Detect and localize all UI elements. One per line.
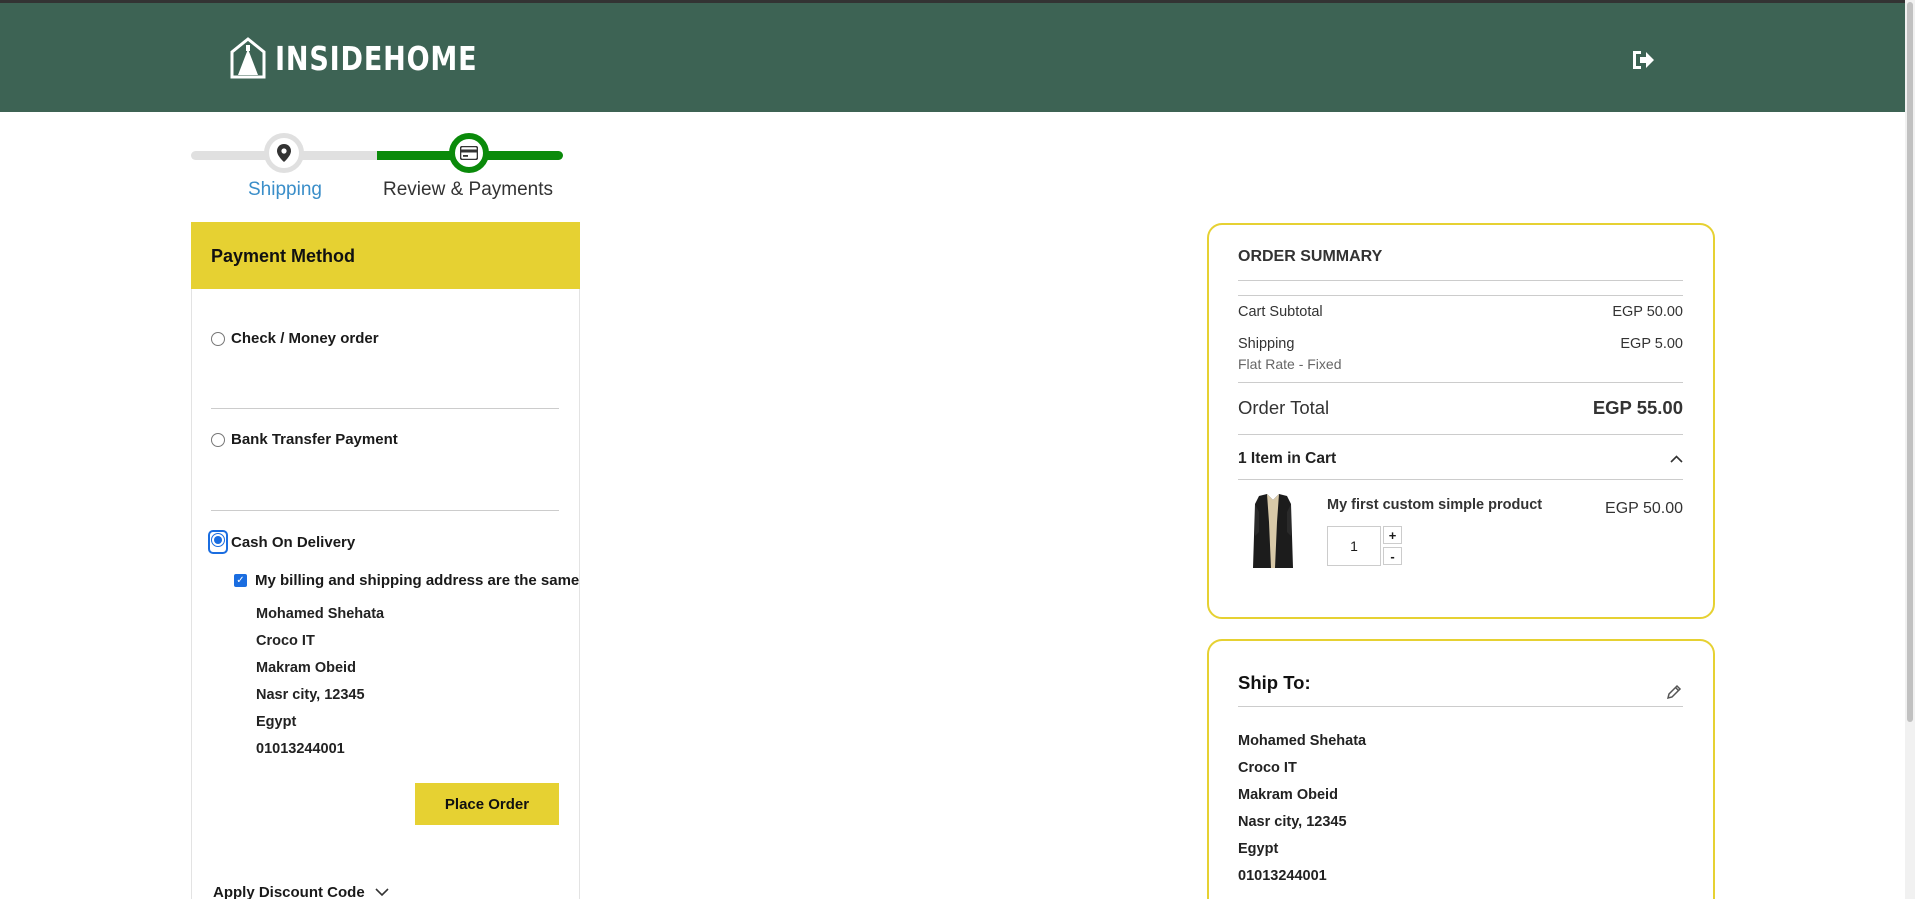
product-price: EGP 50.00 bbox=[1605, 500, 1683, 517]
billing-name: Mohamed Shehata bbox=[256, 606, 385, 622]
items-in-cart-toggle[interactable]: 1 Item in Cart bbox=[1238, 450, 1683, 468]
order-total-label: Order Total bbox=[1238, 397, 1330, 418]
same-address-checkbox[interactable]: ✓ bbox=[234, 574, 247, 587]
step-shipping-dot[interactable] bbox=[264, 133, 304, 173]
credit-card-icon bbox=[460, 146, 478, 160]
product-thumbnail[interactable] bbox=[1245, 492, 1301, 572]
site-header: INSIDEHOME bbox=[0, 3, 1905, 112]
payment-method-title: Payment Method bbox=[191, 222, 580, 289]
order-total-row: Order Total EGP 55.00 bbox=[1238, 397, 1683, 419]
quantity-decrease-button[interactable]: - bbox=[1383, 547, 1402, 565]
same-address-label: My billing and shipping address are the … bbox=[255, 572, 580, 589]
divider bbox=[1238, 295, 1683, 296]
ship-street: Makram Obeid bbox=[1238, 787, 1338, 803]
ship-to-address: Mohamed Shehata Croco IT Makram Obeid Na… bbox=[1238, 728, 1366, 890]
logo-text: INSIDEHOME bbox=[275, 38, 478, 78]
chevron-up-icon bbox=[1670, 455, 1683, 463]
shipping-row: Shipping EGP 5.00 bbox=[1238, 336, 1683, 352]
divider bbox=[1238, 706, 1683, 707]
order-total-value: EGP 55.00 bbox=[1592, 397, 1683, 418]
billing-phone: 01013244001 bbox=[256, 741, 345, 757]
order-summary-title: ORDER SUMMARY bbox=[1238, 248, 1383, 265]
divider bbox=[1238, 479, 1683, 480]
ship-name: Mohamed Shehata bbox=[1238, 733, 1367, 749]
billing-company: Croco IT bbox=[256, 633, 315, 649]
ship-country: Egypt bbox=[1238, 841, 1279, 857]
chevron-down-icon bbox=[375, 888, 389, 897]
map-pin-icon bbox=[277, 144, 291, 162]
pencil-edit-icon[interactable] bbox=[1666, 684, 1682, 700]
checkout-progress: Shipping Review & Payments bbox=[191, 130, 563, 210]
ship-city: Nasr city, 12345 bbox=[1238, 814, 1347, 830]
cart-subtotal-label: Cart Subtotal bbox=[1238, 304, 1323, 320]
divider bbox=[1238, 434, 1683, 435]
ship-company: Croco IT bbox=[1238, 760, 1297, 776]
place-order-button[interactable]: Place Order bbox=[415, 783, 559, 825]
radio-cash-on-delivery[interactable] bbox=[211, 533, 225, 547]
radio-bank-transfer[interactable] bbox=[211, 432, 225, 447]
step-shipping-label[interactable]: Shipping bbox=[248, 179, 322, 201]
sign-out-icon[interactable] bbox=[1630, 48, 1656, 72]
payment-option-label: Check / Money order bbox=[231, 330, 379, 347]
scrollbar-thumb[interactable] bbox=[1907, 2, 1913, 722]
payment-option-label: Cash On Delivery bbox=[231, 533, 356, 551]
cart-subtotal-value: EGP 50.00 bbox=[1612, 304, 1683, 320]
quantity-increase-button[interactable]: + bbox=[1383, 526, 1402, 544]
radio-check-money-order[interactable] bbox=[211, 331, 225, 346]
shipping-label: Shipping bbox=[1238, 336, 1295, 352]
shipping-value: EGP 5.00 bbox=[1620, 336, 1683, 352]
cart-subtotal-row: Cart Subtotal EGP 50.00 bbox=[1238, 304, 1683, 320]
quantity-input[interactable]: 1 bbox=[1327, 526, 1381, 566]
step-payments-label: Review & Payments bbox=[383, 179, 554, 200]
billing-country: Egypt bbox=[256, 714, 297, 730]
apply-discount-label: Apply Discount Code bbox=[213, 884, 365, 899]
divider bbox=[1238, 382, 1683, 383]
items-in-cart-label: 1 Item in Cart bbox=[1238, 450, 1337, 467]
shipping-method: Flat Rate - Fixed bbox=[1238, 356, 1342, 372]
ship-to-title: Ship To: bbox=[1238, 672, 1311, 693]
ship-phone: 01013244001 bbox=[1238, 868, 1327, 884]
divider bbox=[211, 408, 559, 409]
billing-address: Mohamed Shehata Croco IT Makram Obeid Na… bbox=[256, 601, 384, 763]
billing-street: Makram Obeid bbox=[256, 660, 356, 676]
payment-option-check[interactable]: Check / Money order bbox=[211, 330, 379, 347]
payment-option-bank[interactable]: Bank Transfer Payment bbox=[211, 431, 398, 448]
product-name[interactable]: My first custom simple product bbox=[1327, 497, 1542, 513]
divider bbox=[1238, 280, 1683, 281]
same-address-checkbox-row[interactable]: ✓ My billing and shipping address are th… bbox=[234, 572, 579, 589]
payment-option-cod[interactable]: Cash On Delivery bbox=[208, 530, 356, 554]
logo[interactable]: INSIDEHOME bbox=[229, 37, 522, 79]
house-logo-icon bbox=[230, 37, 266, 79]
payment-option-label: Bank Transfer Payment bbox=[231, 431, 398, 448]
apply-discount-toggle[interactable]: Apply Discount Code bbox=[213, 884, 389, 899]
billing-city: Nasr city, 12345 bbox=[256, 687, 365, 703]
divider bbox=[211, 510, 559, 511]
step-payments-dot bbox=[449, 133, 489, 173]
